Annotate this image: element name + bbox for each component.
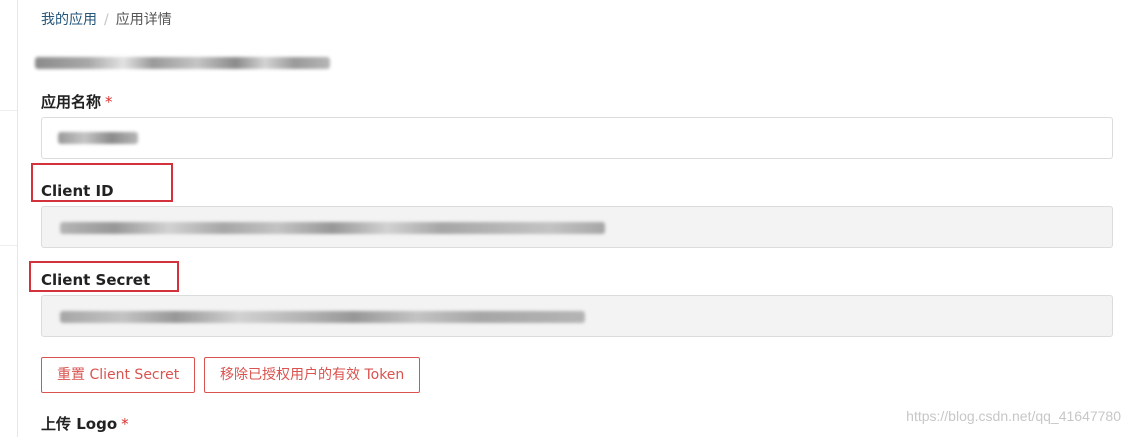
- watermark: https://blog.csdn.net/qq_41647780: [906, 408, 1121, 424]
- revoke-tokens-button[interactable]: 移除已授权用户的有效 Token: [204, 357, 421, 393]
- reset-client-secret-button[interactable]: 重置 Client Secret: [41, 357, 196, 393]
- redacted-app-identifier: [35, 57, 330, 69]
- redacted-app-name-value: [58, 132, 138, 144]
- redacted-client-secret-value: [60, 311, 585, 323]
- client-id-field[interactable]: [41, 206, 1113, 248]
- breadcrumb-current: 应用详情: [115, 12, 172, 28]
- left-sidebar-edge: [0, 0, 18, 437]
- upload-logo-label: 上传 Logo *: [41, 414, 129, 434]
- upload-logo-label-text: 上传 Logo: [41, 415, 118, 433]
- breadcrumb: 我的应用 / 应用详情: [41, 10, 172, 30]
- sidebar-divider: [0, 110, 17, 111]
- breadcrumb-separator: /: [104, 12, 109, 28]
- required-mark: *: [105, 93, 113, 111]
- client-secret-field[interactable]: [41, 295, 1113, 337]
- breadcrumb-my-apps-link[interactable]: 我的应用: [41, 12, 97, 28]
- app-name-label-text: 应用名称: [41, 93, 102, 111]
- required-mark: *: [121, 415, 129, 433]
- client-id-label: Client ID: [41, 182, 114, 200]
- redacted-client-id-value: [60, 222, 605, 234]
- app-name-input[interactable]: [41, 117, 1113, 159]
- app-name-label: 应用名称 *: [41, 92, 113, 112]
- client-secret-label: Client Secret: [41, 271, 151, 289]
- sidebar-divider: [0, 245, 17, 246]
